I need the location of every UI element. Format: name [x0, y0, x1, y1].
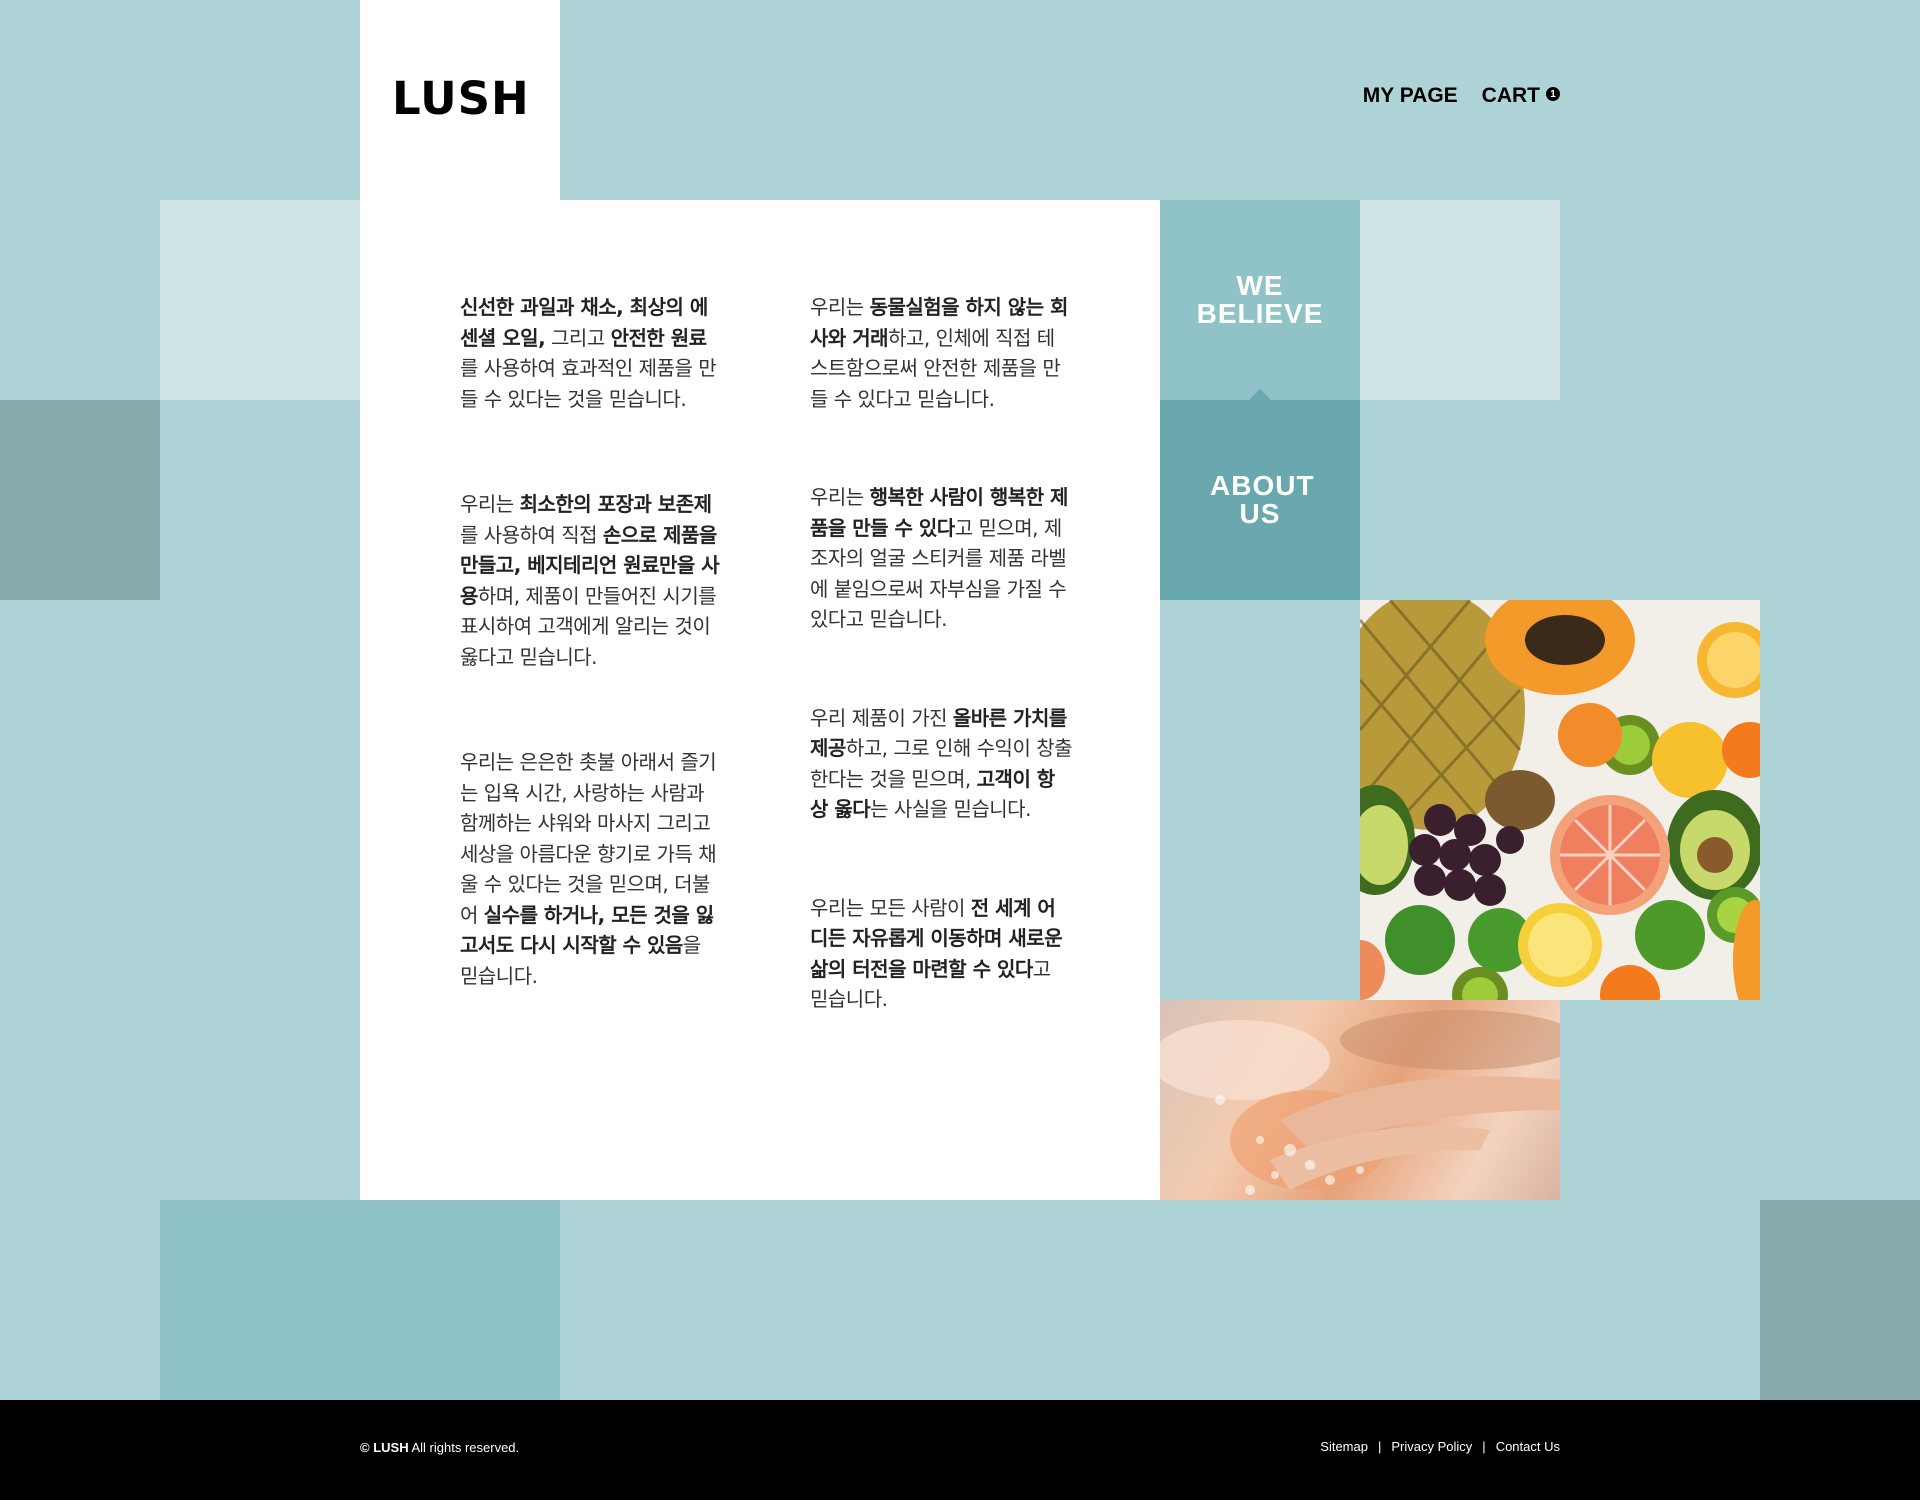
- footer-link-sitemap[interactable]: Sitemap: [1320, 1439, 1368, 1454]
- body-text: 우리는: [810, 485, 870, 509]
- body-text: 를 사용하여 효과적인 제품을 만들 수 있다는 것을 믿습니다.: [460, 356, 717, 411]
- footer: © LUSH All rights reserved. Sitemap | Pr…: [0, 1400, 1920, 1500]
- right-column: 우리는 동물실험을 하지 않는 회사와 거래하고, 인체에 직접 테스트함으로써…: [810, 292, 1073, 1015]
- decor-tile: [160, 200, 360, 400]
- footer-separator: |: [1482, 1439, 1486, 1454]
- bath-foam-illustration: [1160, 1010, 1560, 1195]
- fruit-illustration: [1360, 600, 1760, 1000]
- emphasis-text: 안전한 원료: [610, 325, 707, 350]
- body-text: 그리고: [545, 325, 611, 350]
- emphasis-text: 최소한의 포장과 보존제: [519, 492, 712, 516]
- decor-tile: [0, 400, 160, 600]
- belief-paragraph: 우리는 최소한의 포장과 보존제를 사용하여 직접 손으로 제품을 만들고, 베…: [460, 489, 720, 672]
- cart-count-badge: 1: [1546, 87, 1560, 101]
- belief-paragraph: 신선한 과일과 채소, 최상의 에센셜 오일, 그리고 안전한 원료를 사용하여…: [460, 292, 720, 414]
- copyright: © LUSH All rights reserved.: [360, 1440, 519, 1455]
- body-text: 우리는: [810, 295, 870, 319]
- my-page-label: MY PAGE: [1362, 84, 1458, 107]
- left-column: 신선한 과일과 채소, 최상의 에센셜 오일, 그리고 안전한 원료를 사용하여…: [460, 292, 720, 991]
- body-text: 를 사용하여 직접: [460, 522, 603, 547]
- tab-about-us[interactable]: ABOUT US: [1160, 400, 1360, 600]
- my-page-link[interactable]: MY PAGE: [1363, 84, 1458, 108]
- footer-separator: |: [1377, 1439, 1382, 1454]
- footer-links: Sitemap | Privacy Policy | Contact Us: [1320, 1439, 1560, 1454]
- copyright-text: All rights reserved.: [408, 1440, 520, 1455]
- belief-paragraph: 우리는 동물실험을 하지 않는 회사와 거래하고, 인체에 직접 테스트함으로써…: [810, 292, 1072, 414]
- body-text: 우리 제품이 가진: [810, 705, 953, 730]
- body-text: 우리는: [460, 492, 520, 516]
- beliefs-panel: 신선한 과일과 채소, 최상의 에센셜 오일, 그리고 안전한 원료를 사용하여…: [360, 200, 1160, 1200]
- footer-link-contact-us[interactable]: Contact Us: [1496, 1439, 1560, 1454]
- bath-foam-photo: [1160, 1000, 1560, 1200]
- belief-paragraph: 우리는 모든 사람이 전 세계 어디든 자유롭게 이동하며 새로운 삶의 터전을…: [810, 893, 1072, 1015]
- decor-tile: [160, 1200, 560, 1400]
- copyright-brand: © LUSH: [360, 1440, 409, 1455]
- top-nav: MY PAGE CART 1: [1363, 84, 1560, 108]
- belief-paragraph: 우리는 은은한 촛불 아래서 즐기는 입욕 시간, 사랑하는 사람과 함께하는 …: [460, 747, 720, 991]
- decor-tile: [1360, 200, 1560, 400]
- body-text: 하며, 제품이 만들어진 시기를 표시하여 고객에게 알리는 것이 옳다고 믿습…: [460, 583, 717, 669]
- footer-link-privacy-policy[interactable]: Privacy Policy: [1391, 1439, 1472, 1454]
- cart-label: CART: [1481, 84, 1540, 107]
- cart-link[interactable]: CART 1: [1482, 84, 1560, 108]
- body-text: 우리는 은은한 촛불 아래서 즐기는 입욕 시간, 사랑하는 사람과 함께하는 …: [460, 750, 717, 927]
- body-text: 는 사실을 믿습니다.: [870, 797, 1031, 821]
- emphasis-text: 실수를 하거나, 모든 것을 잃고서도 다시 시작할 수 있음: [460, 902, 714, 958]
- tab-about-us-label: ABOUT US: [1210, 470, 1315, 529]
- fruit-photo: [1360, 600, 1760, 1000]
- body-text: 우리는 모든 사람이: [810, 895, 971, 920]
- decor-tile: [1760, 1200, 1920, 1400]
- logo[interactable]: LUSH: [392, 72, 530, 125]
- tab-we-believe-label: WE BELIEVE: [1196, 270, 1324, 329]
- belief-paragraph: 우리 제품이 가진 올바른 가치를 제공하고, 그로 인해 수익이 창출한다는 …: [810, 703, 1073, 825]
- tab-we-believe[interactable]: WE BELIEVE: [1160, 200, 1360, 400]
- belief-paragraph: 우리는 행복한 사람이 행복한 제품을 만들 수 있다고 믿으며, 제조자의 얼…: [810, 482, 1072, 635]
